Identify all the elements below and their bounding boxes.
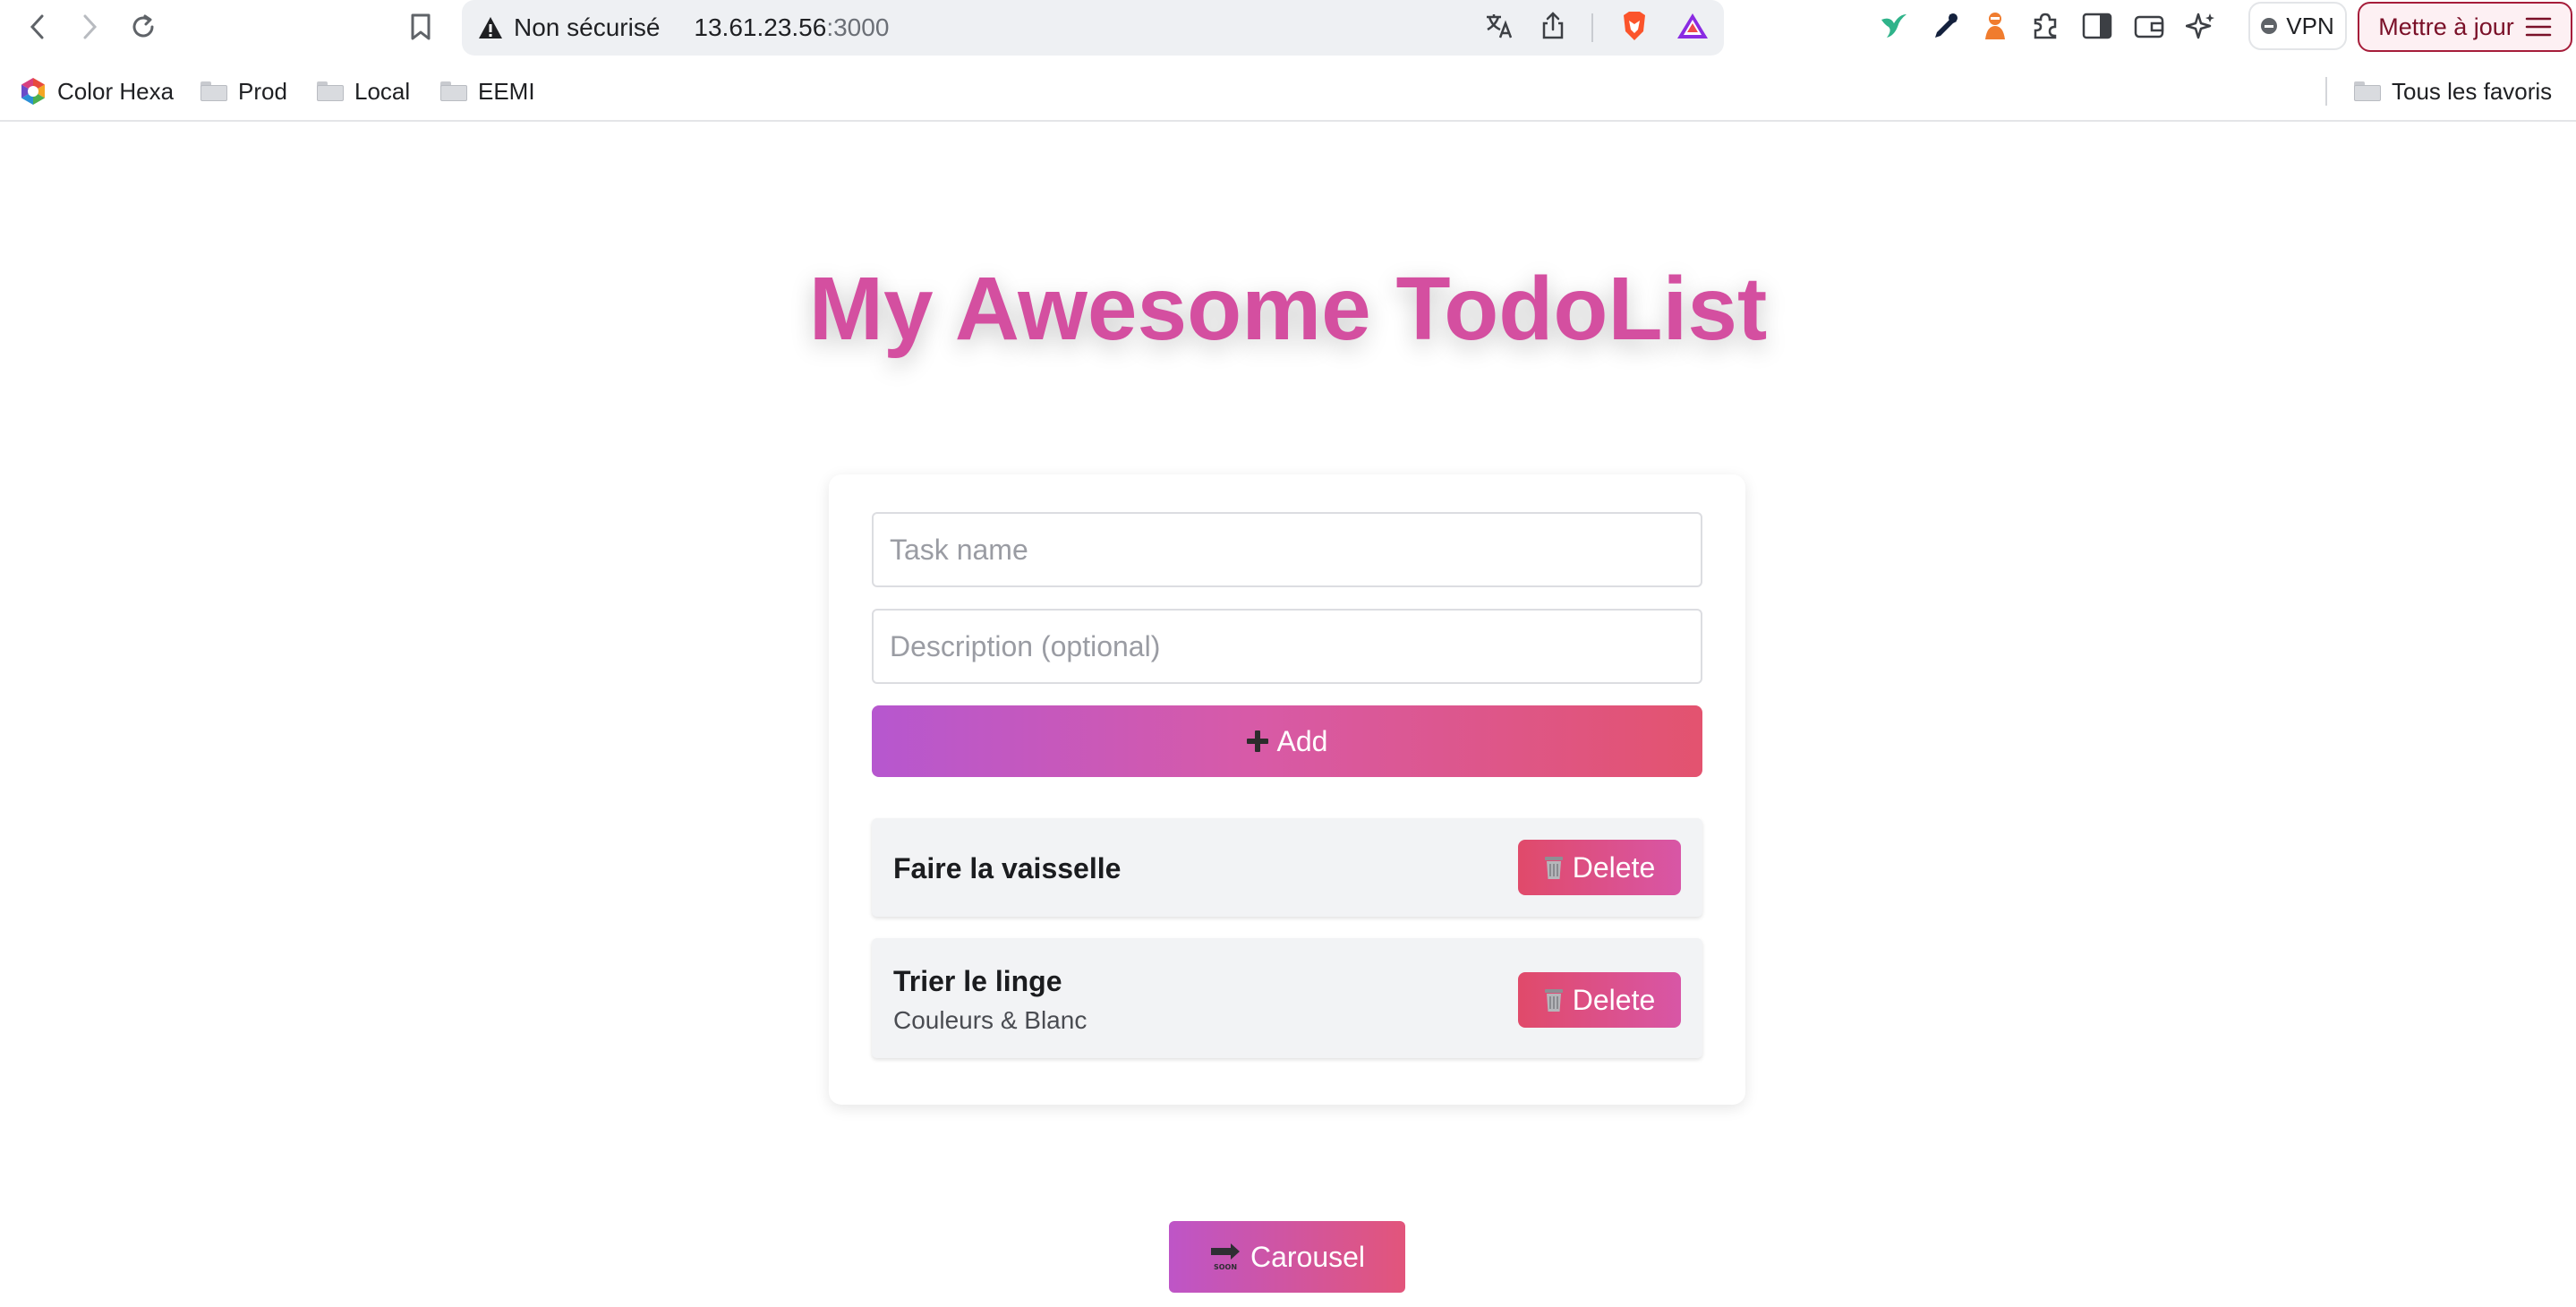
folder-icon — [440, 81, 467, 101]
delete-button[interactable]: Delete — [1518, 972, 1681, 1028]
page-title: My Awesome TodoList — [808, 259, 1768, 359]
bookmark-folder-eemi[interactable]: EEMI — [440, 73, 535, 109]
folder-icon — [200, 81, 227, 101]
bookmarks-divider — [2325, 77, 2327, 106]
delete-label: Delete — [1572, 983, 1656, 1016]
eyedropper-extension-icon[interactable] — [1930, 11, 1960, 46]
description-input[interactable] — [872, 609, 1702, 684]
url-divider — [1591, 13, 1593, 42]
delete-label: Delete — [1572, 850, 1656, 884]
carousel-label: Carousel — [1250, 1240, 1366, 1273]
bookmark-folder-all-favorites[interactable]: Tous les favoris — [2354, 73, 2552, 109]
add-label: Add — [1276, 724, 1328, 757]
bookmark-page-button[interactable] — [401, 7, 440, 47]
trash-icon — [1544, 989, 1563, 1012]
bookmark-folder-local[interactable]: Local — [317, 73, 410, 109]
task-item: Trier le linge Couleurs & Blanc Delete — [872, 938, 1702, 1058]
url-port[interactable]: :3000 — [826, 13, 889, 42]
carousel-button[interactable]: SOON Carousel — [1169, 1221, 1405, 1293]
forward-button[interactable] — [70, 7, 109, 47]
hamburger-menu-icon — [2525, 17, 2552, 37]
chevron-right-icon — [83, 14, 98, 39]
puzzle-extensions-icon[interactable] — [2030, 11, 2060, 46]
back-button[interactable] — [18, 7, 57, 47]
bookmark-label: Local — [354, 77, 411, 105]
update-button[interactable]: Mettre à jour — [2358, 2, 2572, 52]
reload-button[interactable] — [124, 7, 163, 47]
soon-arrow-icon: SOON — [1210, 1243, 1240, 1271]
character-extension-icon[interactable] — [1982, 11, 2009, 46]
bookmark-label: EEMI — [478, 77, 535, 105]
reload-icon — [132, 14, 154, 38]
todo-card: Add Faire la vaisselle Delete Trier le l… — [829, 474, 1745, 1105]
task-description: Couleurs & Blanc — [893, 1006, 1088, 1034]
chevron-left-icon — [30, 14, 44, 39]
task-name-input[interactable] — [872, 512, 1702, 587]
vpn-label: VPN — [2286, 12, 2334, 39]
sidebar-toggle-icon[interactable] — [2082, 13, 2112, 44]
folder-icon — [2354, 81, 2381, 101]
task-name: Trier le linge — [893, 965, 1062, 997]
extensions-bar — [1878, 5, 2216, 50]
add-button[interactable]: Add — [872, 705, 1702, 777]
hummingbird-extension-icon[interactable] — [1878, 11, 1908, 46]
url-host[interactable]: 13.61.23.56 — [694, 13, 826, 42]
svg-text:SOON: SOON — [1214, 1263, 1237, 1271]
address-bar-actions — [1484, 0, 1710, 56]
color-hexa-logo-icon — [21, 78, 45, 105]
update-label: Mettre à jour — [2378, 13, 2514, 40]
plus-icon — [1246, 730, 1268, 752]
browser-toolbar: Non sécurisé 13.61.23.56:3000 VPN Mettr… — [0, 0, 2576, 57]
wallet-icon[interactable] — [2134, 13, 2164, 44]
bookmark-label: Prod — [238, 77, 287, 105]
bookmark-label: Color Hexa — [57, 77, 175, 105]
warning-icon[interactable] — [478, 16, 503, 39]
task-name: Faire la vaisselle — [893, 852, 1122, 884]
address-bar[interactable]: Non sécurisé 13.61.23.56:3000 — [462, 0, 1724, 56]
brave-shields-icon[interactable] — [1620, 10, 1649, 47]
security-label[interactable]: Non sécurisé — [514, 13, 660, 42]
bookmark-color-hexa[interactable]: Color Hexa — [20, 73, 174, 109]
task-item: Faire la vaisselle Delete — [872, 818, 1702, 917]
vpn-button[interactable]: VPN — [2248, 2, 2347, 50]
delete-button[interactable]: Delete — [1518, 840, 1681, 895]
folder-icon — [317, 81, 344, 101]
bookmark-folder-prod[interactable]: Prod — [200, 73, 287, 109]
leo-ai-icon[interactable] — [2185, 11, 2216, 46]
translate-icon[interactable] — [1484, 12, 1514, 45]
share-icon[interactable] — [1541, 11, 1565, 45]
bookmark-icon — [411, 13, 431, 40]
bookmarks-bar: Color Hexa Prod Local EEMI Tous les favo… — [0, 64, 2576, 122]
bookmark-label: Tous les favoris — [2392, 77, 2553, 105]
vpn-status-icon — [2261, 18, 2278, 34]
trash-icon — [1544, 857, 1563, 879]
brave-rewards-icon[interactable] — [1676, 12, 1710, 45]
